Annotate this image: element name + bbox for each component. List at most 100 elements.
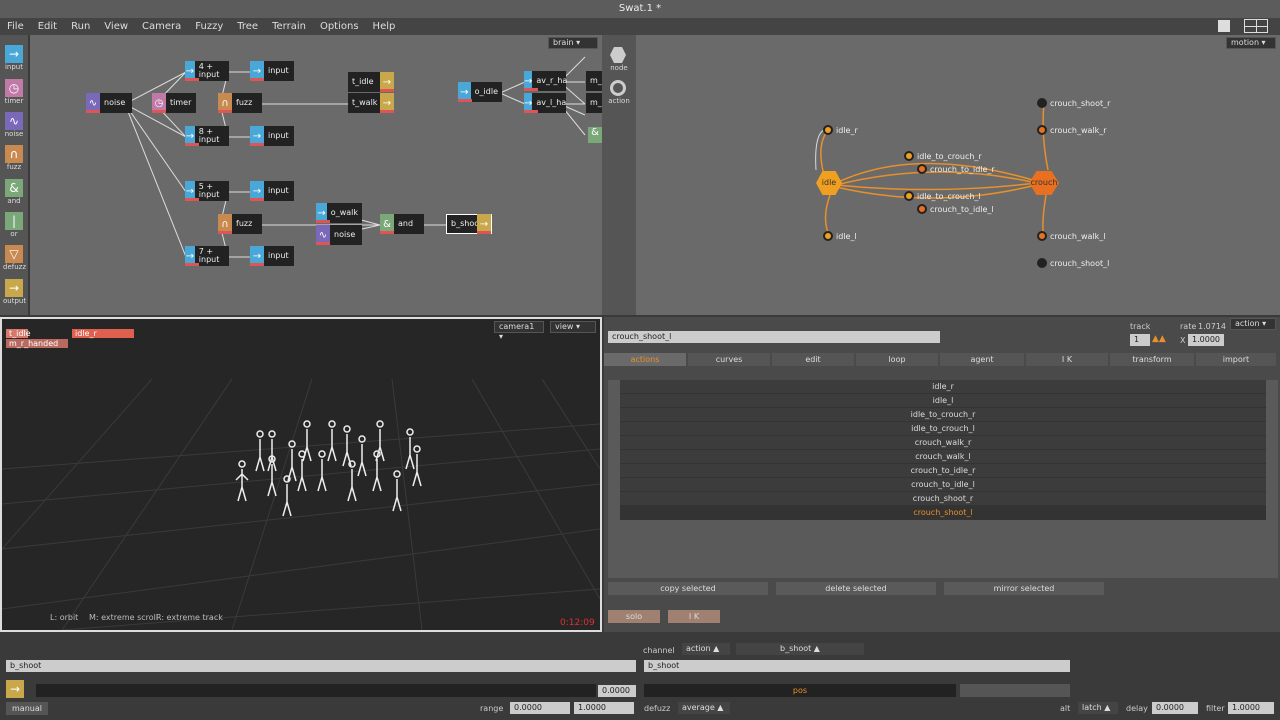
tool-noise[interactable]: ∿ noise [3, 112, 25, 139]
menu-run[interactable]: Run [64, 18, 97, 35]
tool-and[interactable]: & and [3, 179, 25, 206]
channel-mode-field[interactable]: action ▲ [682, 643, 730, 655]
latch-toggle[interactable]: latch ▲ [1078, 702, 1118, 714]
layout-single-icon[interactable] [1218, 20, 1230, 32]
menu-view[interactable]: View [97, 18, 135, 35]
node-and[interactable]: & and [380, 214, 424, 234]
tab-agent[interactable]: agent [940, 353, 1024, 366]
output-value-field[interactable]: 0.0000 [598, 685, 636, 697]
range-min-field[interactable]: 0.0000 [510, 702, 570, 714]
channel-value-field[interactable]: b_shoot ▲ [736, 643, 864, 655]
circle-action-icon[interactable] [610, 80, 626, 96]
list-item[interactable]: crouch_to_idle_r [620, 464, 1266, 478]
node-av-l[interactable]: → av_l_ha [524, 93, 566, 113]
tab-import[interactable]: import [1196, 353, 1276, 366]
action-idle-to-crouch-l[interactable]: idle_to_crouch_l [904, 191, 981, 201]
action-idle-l[interactable]: idle_l [823, 231, 857, 241]
mirror-selected-button[interactable]: mirror selected [944, 582, 1104, 595]
menu-tree[interactable]: Tree [230, 18, 265, 35]
list-item[interactable]: idle_to_crouch_r [620, 408, 1266, 422]
node-fuzz[interactable]: ∩ fuzz [218, 93, 262, 113]
tab-edit[interactable]: edit [772, 353, 854, 366]
list-item[interactable]: crouch_to_idle_l [620, 478, 1266, 492]
action-crouch-to-idle-l[interactable]: crouch_to_idle_l [917, 204, 994, 214]
filter-field[interactable]: 1.0000 [1228, 702, 1274, 714]
action-idle-r[interactable]: idle_r [823, 125, 858, 135]
manual-button[interactable]: manual [6, 702, 48, 715]
mode-dropdown[interactable]: action ▾ [1230, 318, 1276, 330]
3d-viewport[interactable]: t_idle idle_r m_r_handed camera1 ▾ view … [0, 317, 602, 632]
tab-ik[interactable]: I K [1026, 353, 1108, 366]
menu-edit[interactable]: Edit [31, 18, 64, 35]
node-t-walk[interactable]: t_walk → [348, 93, 394, 113]
action-crouch-shoot-r[interactable]: crouch_shoot_r [1037, 98, 1110, 108]
node-input-5[interactable]: → 5 + input [185, 181, 229, 201]
tool-timer[interactable]: ◷ timer [3, 79, 25, 106]
pos-bar[interactable]: pos [644, 684, 956, 697]
copy-selected-button[interactable]: copy selected [608, 582, 768, 595]
menu-fuzzy[interactable]: Fuzzy [188, 18, 230, 35]
node-b-shoot[interactable]: b_shoot → [446, 214, 492, 234]
ik-button[interactable]: I K [668, 610, 720, 623]
node-input-7[interactable]: → 7 + input [185, 246, 229, 266]
tab-loop[interactable]: loop [856, 353, 938, 366]
node-input-4[interactable]: → 4 + input [185, 61, 229, 81]
ampersand-icon[interactable]: & [588, 127, 602, 143]
menu-file[interactable]: File [0, 18, 31, 35]
node-noise-2[interactable]: ∿ noise [316, 225, 362, 245]
tool-defuzz[interactable]: ▽ defuzz [3, 245, 26, 272]
tool-output[interactable]: → output [3, 279, 26, 306]
node-m[interactable]: m_ [586, 93, 602, 113]
layout-grid-icon[interactable] [1244, 19, 1268, 33]
delete-selected-button[interactable]: delete selected [776, 582, 936, 595]
view-dropdown[interactable]: view ▾ [550, 321, 596, 333]
list-item[interactable]: crouch_shoot_r [620, 492, 1266, 506]
list-item[interactable]: idle_l [620, 394, 1266, 408]
node-m[interactable]: m_ [586, 71, 602, 91]
tab-transform[interactable]: transform [1110, 353, 1194, 366]
range-max-field[interactable]: 1.0000 [574, 702, 634, 714]
menu-options[interactable]: Options [313, 18, 366, 35]
list-item[interactable]: idle_to_crouch_l [620, 422, 1266, 436]
action-crouch-walk-l[interactable]: crouch_walk_l [1037, 231, 1105, 241]
output-name-field[interactable]: b_shoot [6, 660, 636, 672]
menu-terrain[interactable]: Terrain [265, 18, 313, 35]
node-o-walk[interactable]: → o_walk [316, 203, 362, 223]
action-crouch-to-idle-r[interactable]: crouch_to_idle_r [917, 164, 995, 174]
node-noise[interactable]: ∿ noise [86, 93, 132, 113]
brain-dropdown[interactable]: brain ▾ [548, 37, 598, 49]
list-item-selected[interactable]: crouch_shoot_l [620, 506, 1266, 520]
tool-or[interactable]: | or [3, 212, 25, 239]
node-fuzz[interactable]: ∩ fuzz [218, 214, 262, 234]
tool-fuzz[interactable]: ∩ fuzz [3, 145, 25, 172]
solo-button[interactable]: solo [608, 610, 660, 623]
list-item[interactable]: idle_r [620, 380, 1266, 394]
x-field[interactable]: 1.0000 [1188, 334, 1224, 346]
tab-curves[interactable]: curves [688, 353, 770, 366]
action-crouch-shoot-l[interactable]: crouch_shoot_l [1037, 258, 1109, 268]
node-av-r[interactable]: → av_r_ha [524, 71, 567, 91]
action-name-field[interactable]: crouch_shoot_l [608, 331, 940, 343]
menu-help[interactable]: Help [366, 18, 403, 35]
hexagon-node-icon[interactable] [610, 47, 626, 63]
action-crouch-walk-r[interactable]: crouch_walk_r [1037, 125, 1107, 135]
track-stepper-icon[interactable]: ▲▲ [1152, 334, 1166, 344]
delay-field[interactable]: 0.0000 [1152, 702, 1198, 714]
list-item[interactable]: crouch_walk_r [620, 436, 1266, 450]
defuzz-dropdown[interactable]: average ▲ [678, 702, 730, 714]
camera-dropdown[interactable]: camera1 ▾ [494, 321, 544, 341]
node-input[interactable]: → input [250, 61, 294, 81]
node-input[interactable]: → input [250, 181, 294, 201]
motion-graph-panel[interactable]: motion ▾ idle crouch idle_r idle_l idle_… [636, 35, 1280, 315]
brain-graph-panel[interactable]: brain ▾ ∿ noise ◷ timer → 4 + input → 8 + in… [30, 35, 602, 315]
node-timer[interactable]: ◷ timer [152, 93, 196, 113]
node-input[interactable]: → input [250, 246, 294, 266]
tab-actions[interactable]: actions [604, 353, 686, 366]
channel-name-field[interactable]: b_shoot [644, 660, 1070, 672]
output-value-bar[interactable] [36, 684, 596, 697]
menu-camera[interactable]: Camera [135, 18, 188, 35]
node-input[interactable]: → input [250, 126, 294, 146]
node-o-idle[interactable]: → o_idle [458, 82, 502, 102]
node-t-idle[interactable]: t_idle → [348, 72, 394, 92]
action-idle-to-crouch-r[interactable]: idle_to_crouch_r [904, 151, 982, 161]
